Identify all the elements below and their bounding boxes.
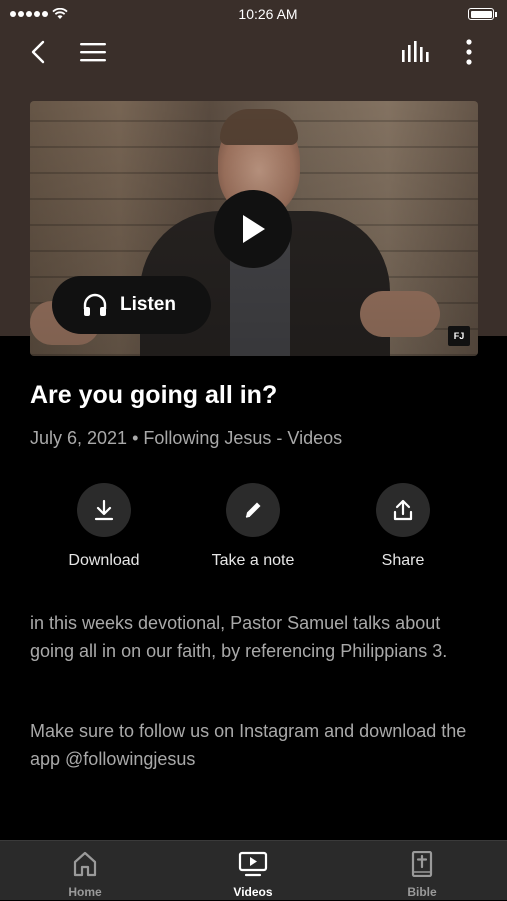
play-icon: [243, 215, 265, 243]
status-time: 10:26 AM: [238, 6, 298, 22]
video-player[interactable]: Listen FJ: [30, 101, 478, 356]
listen-label: Listen: [120, 294, 176, 315]
wifi-icon: [52, 8, 68, 19]
chevron-left-icon: [31, 40, 45, 64]
download-button[interactable]: Download: [39, 483, 169, 570]
video-title: Are you going all in?: [30, 381, 278, 409]
description-paragraph: Make sure to follow us on Instagram and …: [30, 721, 467, 769]
back-button[interactable]: [18, 32, 58, 72]
cell-signal-icon: [10, 11, 48, 17]
hamburger-icon: [80, 43, 106, 62]
take-note-circle: [226, 483, 280, 537]
take-note-button[interactable]: Take a note: [188, 483, 318, 570]
download-label: Download: [68, 552, 140, 569]
listen-button[interactable]: Listen: [52, 276, 211, 334]
menu-button[interactable]: [73, 32, 113, 72]
battery-icon: [468, 8, 497, 20]
download-circle: [77, 483, 131, 537]
take-note-label: Take a note: [211, 552, 295, 569]
share-label: Share: [381, 552, 425, 569]
tab-label: Bible: [407, 885, 437, 899]
nav-bar: [0, 32, 507, 72]
headphones-icon: [83, 293, 107, 316]
bible-icon: [411, 851, 433, 877]
share-circle: [376, 483, 430, 537]
tab-bar: Home Videos Bible: [0, 840, 507, 900]
share-icon: [393, 499, 413, 521]
video-icon: [238, 851, 268, 877]
tab-bible[interactable]: Bible: [362, 841, 482, 901]
audio-levels-button[interactable]: [395, 32, 435, 72]
home-icon: [73, 851, 97, 877]
description-paragraph: in this weeks devotional, Pastor Samuel …: [30, 613, 448, 661]
more-options-button[interactable]: [449, 32, 489, 72]
equalizer-icon: [402, 41, 429, 62]
share-button[interactable]: Share: [338, 483, 468, 570]
tab-home[interactable]: Home: [25, 841, 145, 901]
channel-badge: FJ: [448, 326, 470, 346]
video-meta: July 6, 2021 • Following Jesus - Videos: [30, 428, 343, 448]
signal-indicator: [10, 8, 68, 20]
tab-videos[interactable]: Videos: [193, 841, 313, 901]
tab-label: Home: [68, 885, 102, 899]
play-button[interactable]: [214, 190, 292, 268]
download-icon: [94, 499, 114, 521]
tab-label: Videos: [233, 885, 273, 899]
pencil-icon: [245, 502, 261, 518]
more-vertical-icon: [466, 39, 472, 65]
status-bar: 10:26 AM: [0, 0, 507, 28]
